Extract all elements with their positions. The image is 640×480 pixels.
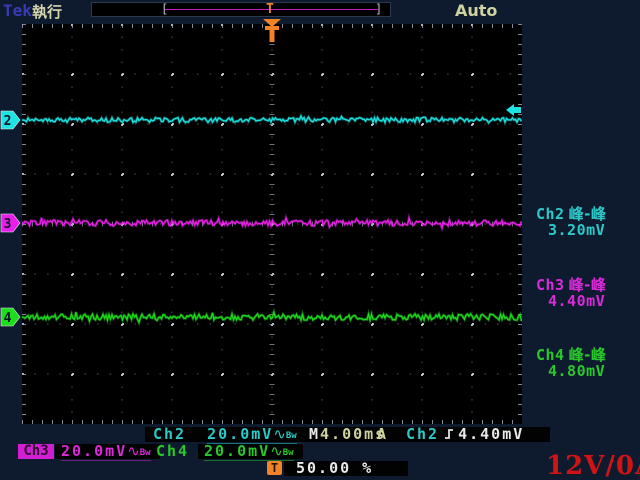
trace-plot — [22, 24, 522, 424]
measurement-value: 4.80mV — [536, 363, 640, 379]
timebase-prefix: M — [309, 425, 320, 443]
channel-badge-4: 4 — [1, 308, 20, 326]
svg-text:4: 4 — [4, 311, 12, 326]
channel-badge-2: 2 — [1, 111, 20, 129]
record-trigger-marker-icon: T — [266, 2, 274, 17]
measurement-ch2: Ch2峰-峰 3.20mV — [536, 206, 640, 238]
measurement-ch4: Ch4峰-峰 4.80mV — [536, 347, 640, 379]
measurement-ch3: Ch3峰-峰 4.40mV — [536, 277, 640, 309]
ch4-scale-readout: 20.0mV∿Bw — [198, 444, 303, 459]
run-status-label: 執行 — [32, 1, 62, 22]
ac-coupling-icon: ∿ — [273, 425, 286, 443]
ch4-scale-value: 20.0mV — [204, 442, 270, 460]
record-view-bar: [ ] T — [91, 2, 391, 17]
horizontal-position-readout: 50.00 % — [284, 461, 408, 476]
trigger-source-label: Ch2 — [406, 425, 439, 443]
bandwidth-limit-icon: Bw — [283, 448, 294, 458]
oscilloscope-display: Tek 執行 [ ] T Auto 2 3 4 Ch2峰-峰 3.20mV Ch3峰… — [0, 0, 640, 480]
ch3-scale-value: 20.0mV — [61, 442, 127, 460]
ch3-scale-readout: 20.0mV∿Bw — [55, 444, 160, 459]
ch2-label: Ch2 — [153, 425, 186, 443]
horizontal-trigger-icon: T — [267, 461, 282, 475]
record-window-right-bracket: ] — [375, 2, 382, 16]
ch3-selected-badge: Ch3 — [18, 444, 54, 459]
svg-text:3: 3 — [4, 217, 12, 232]
trigger-type-label: A — [377, 427, 388, 442]
psu-readout-label: 12V/0A — [546, 451, 640, 480]
measurement-value: 3.20mV — [536, 222, 640, 238]
acquire-mode-label: Auto — [455, 1, 497, 20]
ch2-scale-readout: Ch2 20.0mV∿Bw — [145, 427, 317, 442]
ac-coupling-icon: ∿ — [270, 442, 283, 460]
rising-edge-icon — [443, 427, 454, 440]
ch4-label: Ch4 — [156, 444, 189, 459]
trigger-readout: Ch2 4.40mV — [394, 427, 550, 442]
graticule — [22, 24, 522, 424]
brand-label: Tek — [3, 1, 32, 20]
trigger-level-value: 4.40mV — [458, 425, 524, 443]
channel-badge-3: 3 — [1, 214, 20, 232]
ac-coupling-icon: ∿ — [127, 442, 140, 460]
measurement-value: 4.40mV — [536, 293, 640, 309]
bandwidth-limit-icon: Bw — [140, 448, 151, 458]
ch2-scale-value: 20.0mV — [207, 425, 273, 443]
svg-text:2: 2 — [4, 114, 12, 129]
bandwidth-limit-icon: Bw — [286, 431, 297, 441]
